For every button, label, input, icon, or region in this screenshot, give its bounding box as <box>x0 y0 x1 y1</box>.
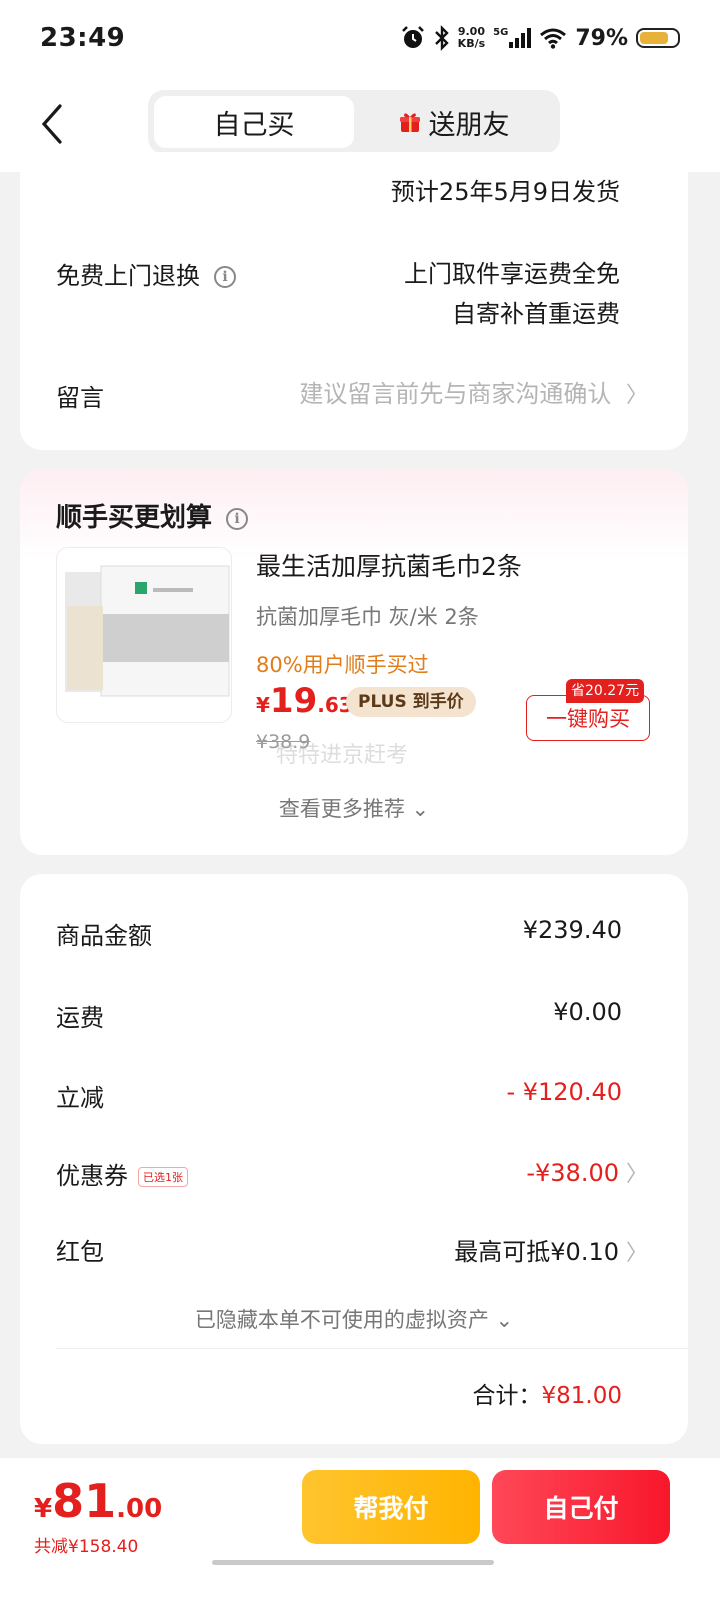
pay-currency: ¥ <box>34 1494 53 1524</box>
price-currency: ¥ <box>256 693 270 717</box>
summary-coupon-row[interactable]: 优惠券 已选1张 <box>56 1156 188 1191</box>
product-name[interactable]: 最生活加厚抗菌毛巾2条 <box>256 547 522 583</box>
pay-amount: ¥81.00 <box>34 1474 162 1528</box>
tab-gift-friend-label: 送朋友 <box>428 109 510 141</box>
summary-coupon-label: 优惠券 <box>56 1162 128 1190</box>
summary-discount-label: 立减 <box>56 1084 104 1112</box>
ship-date: 预计25年5月9日发货 <box>390 178 620 206</box>
battery-fill <box>640 32 669 44</box>
back-icon[interactable] <box>40 104 64 144</box>
summary-shipping-label: 运费 <box>56 1004 104 1032</box>
pay-myself-button[interactable]: 自己付 <box>492 1470 670 1544</box>
total-value: ¥81.00 <box>541 1383 622 1409</box>
plus-price-badge: PLUS 到手价 <box>346 687 476 717</box>
tab-buy-for-self[interactable]: 自己买 <box>154 96 354 148</box>
summary-coupon-value[interactable]: -¥38.00 〉 <box>526 1156 648 1188</box>
bluetooth-icon <box>434 25 449 51</box>
total-label: 合计： <box>472 1383 542 1409</box>
battery-percent: 79% <box>575 25 628 51</box>
recommend-title: 顺手买更划算 i <box>56 497 249 534</box>
redpacket-value-text: 最高可抵¥0.10 <box>454 1238 619 1266</box>
summary-discount-value: - ¥120.40 <box>506 1078 622 1106</box>
tab-gift-friend[interactable]: 送朋友 <box>354 96 554 148</box>
chevron-right-icon: 〉 <box>619 1241 648 1266</box>
signal-bars-icon <box>509 28 532 48</box>
pay-decimal: .00 <box>116 1494 163 1524</box>
return-service-row: 免费上门退换 i <box>56 256 236 291</box>
recommend-title-text: 顺手买更划算 <box>56 503 213 533</box>
message-label: 留言 <box>56 384 104 412</box>
status-bar: 23:49 9.00 KB/s 5G 79% <box>0 0 720 76</box>
hidden-assets-toggle[interactable]: 已隐藏本单不可使用的虚拟资产 ⌄ <box>20 1304 688 1334</box>
product-popularity-hint: 80%用户顺手买过 <box>256 653 429 677</box>
cell-signal: 5G <box>493 27 532 48</box>
towel-box-image <box>65 565 230 697</box>
info-icon[interactable]: i <box>214 266 236 288</box>
chevron-right-icon: 〉 <box>619 1162 648 1187</box>
return-service-label: 免费上门退换 <box>56 262 200 290</box>
purchase-mode-switch: 自己买 送朋友 <box>148 90 560 154</box>
watermark: 特特进京赶考 <box>276 743 409 768</box>
chevron-right-icon: 〉 <box>619 383 648 408</box>
wifi-icon <box>540 28 567 49</box>
return-service-value: 上门取件享运费全免 自寄补首重运费 <box>404 254 620 334</box>
total-saved: 共减¥158.40 <box>34 1537 139 1557</box>
home-indicator[interactable] <box>212 1560 494 1565</box>
coupon-selected-badge: 已选1张 <box>138 1167 188 1187</box>
return-value-line1: 上门取件享运费全免 <box>404 260 620 288</box>
divider <box>56 1348 688 1349</box>
help-me-pay-button[interactable]: 帮我付 <box>302 1470 480 1544</box>
save-amount-badge: 省20.27元 <box>566 679 645 703</box>
pay-integer: 81 <box>52 1474 117 1528</box>
product-image[interactable] <box>56 547 232 723</box>
status-time: 23:49 <box>40 23 126 53</box>
product-price: ¥19.63 <box>256 681 353 721</box>
order-total: 合计：¥81.00 <box>473 1376 622 1410</box>
summary-redpacket-value[interactable]: 最高可抵¥0.10 〉 <box>454 1232 648 1267</box>
summary-goods-label: 商品金额 <box>56 922 152 950</box>
delivery-card: 预计25年5月9日发货 免费上门退换 i 上门取件享运费全免 自寄补首重运费 留言… <box>20 152 688 450</box>
return-value-line2: 自寄补首重运费 <box>452 300 620 328</box>
network-speed: 9.00 KB/s <box>458 26 485 50</box>
alarm-icon <box>401 26 424 48</box>
checkout-bar: ¥81.00 共减¥158.40 帮我付 自己付 <box>0 1458 720 1600</box>
gift-icon <box>399 113 420 132</box>
battery-icon <box>636 28 680 48</box>
order-summary-card: 商品金额 ¥239.40 运费 ¥0.00 立减 - ¥120.40 优惠券 已选… <box>20 874 688 1444</box>
status-icons: 9.00 KB/s 5G 79% <box>400 25 680 51</box>
network-type: 5G <box>493 27 509 38</box>
product-spec: 抗菌加厚毛巾 灰/米 2条 <box>256 605 479 629</box>
more-recommendations-button[interactable]: 查看更多推荐 ⌄ <box>20 793 688 823</box>
info-icon[interactable]: i <box>226 507 249 530</box>
message-placeholder: 建议留言前先与商家沟通确认 <box>299 380 612 408</box>
coupon-value-text: -¥38.00 <box>526 1159 619 1187</box>
net-speed-unit: KB/s <box>457 37 486 50</box>
summary-redpacket-label: 红包 <box>56 1238 104 1266</box>
price-integer: 19 <box>269 681 318 721</box>
message-input[interactable]: 建议留言前先与商家沟通确认 〉 <box>299 374 648 416</box>
summary-goods-value: ¥239.40 <box>522 916 622 944</box>
tab-buy-for-self-label: 自己买 <box>213 109 295 141</box>
recommend-card: 顺手买更划算 i 最生活加厚抗菌毛巾2条 抗菌加厚毛巾 灰/米 2条 80%用户顺… <box>20 469 688 855</box>
summary-shipping-value: ¥0.00 <box>553 998 622 1026</box>
